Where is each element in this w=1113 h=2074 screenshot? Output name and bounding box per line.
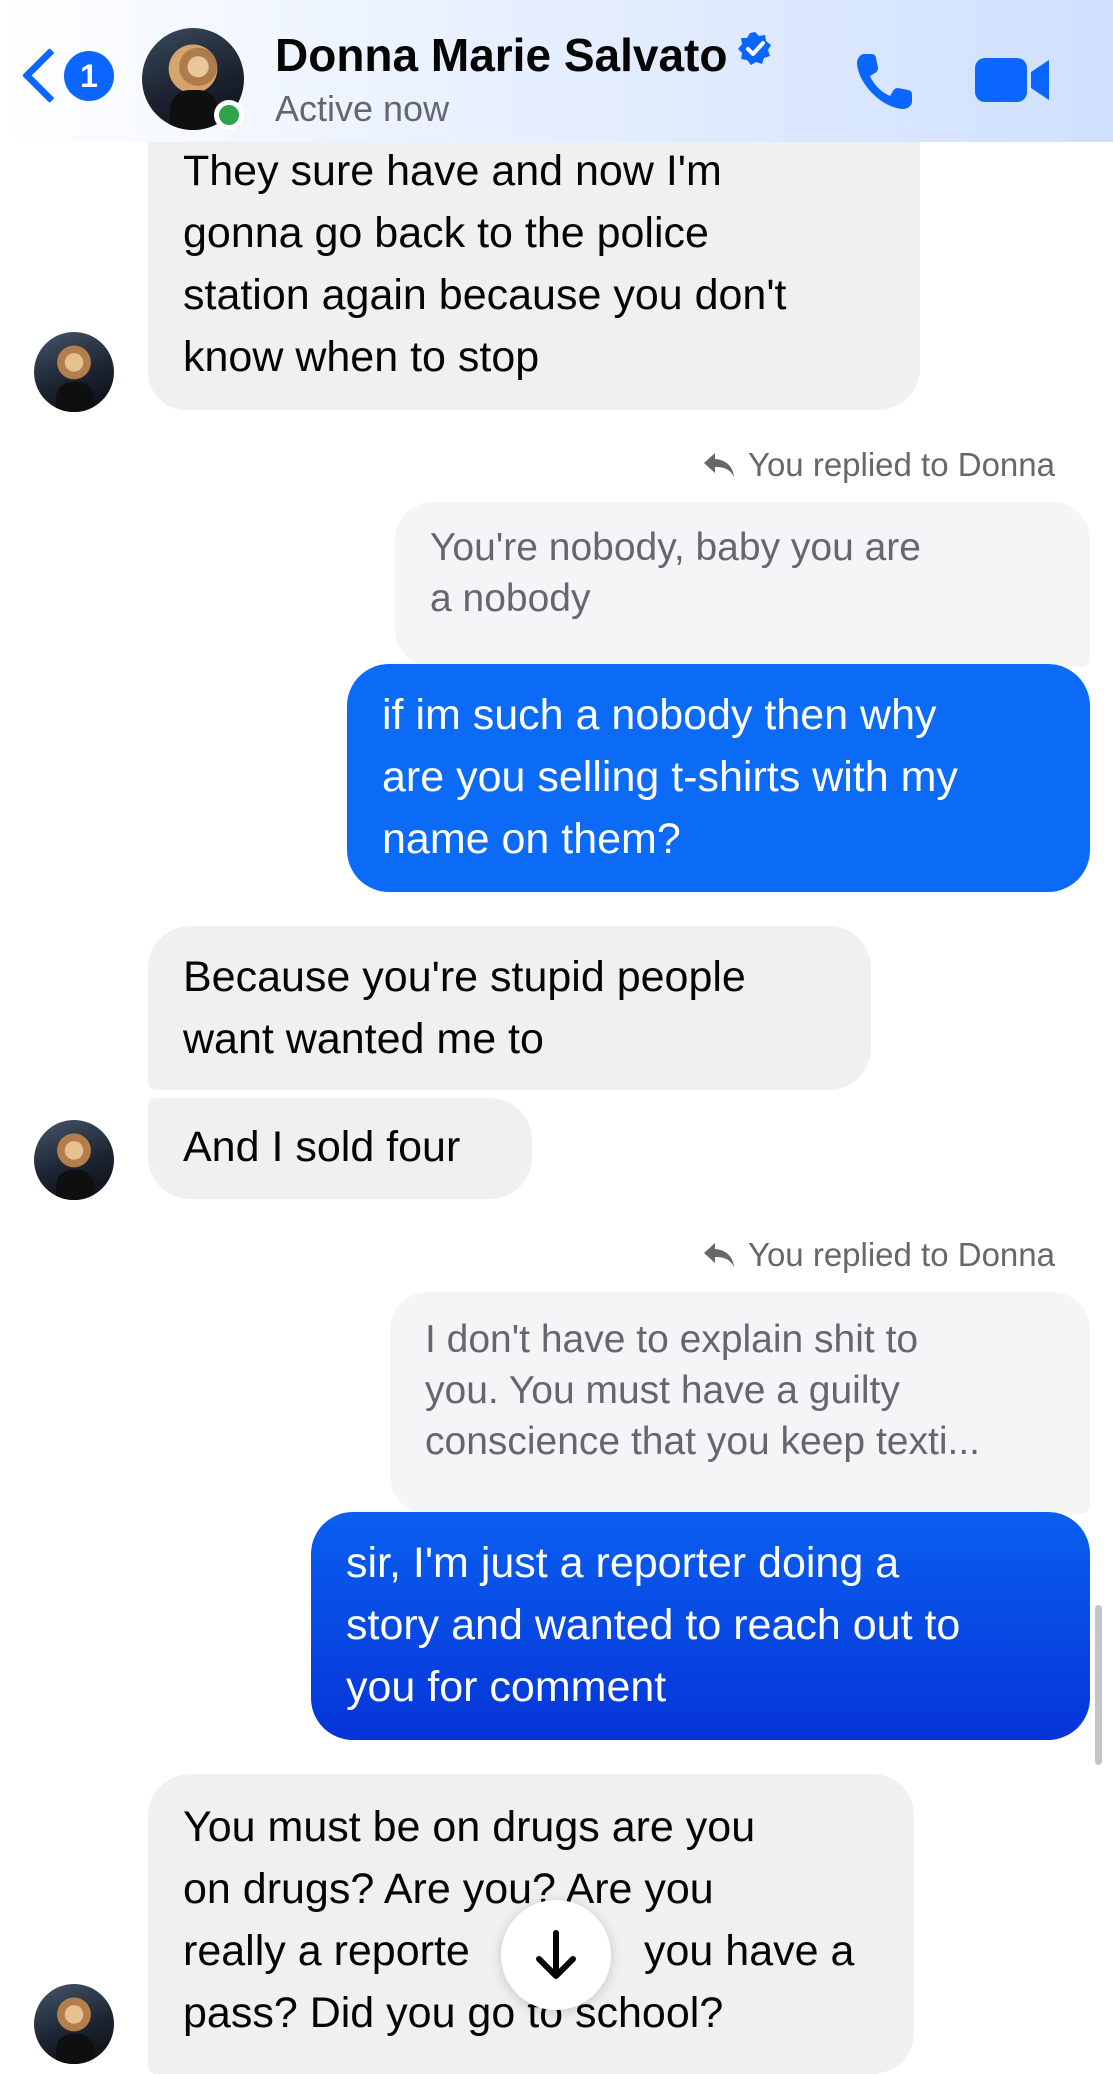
audio-call-button[interactable] — [852, 48, 918, 114]
reply-label-text: You replied to Donna — [747, 446, 1055, 483]
message-line: Because you're stupid people — [183, 953, 746, 1001]
quoted-line: You're nobody, baby you are — [430, 526, 921, 569]
back-button[interactable]: 1 — [21, 47, 132, 112]
sender-avatar[interactable] — [34, 1984, 114, 2064]
active-status: Active now — [275, 88, 450, 129]
incoming-message-bubble[interactable]: They sure have and now I'm gonna go back… — [148, 122, 920, 410]
message-line: know when to stop — [183, 333, 540, 381]
quoted-line: conscience that you keep texti... — [425, 1420, 980, 1463]
message-line: And I sold four — [183, 1123, 461, 1171]
incoming-message-bubble[interactable]: And I sold four — [148, 1098, 532, 1199]
reply-label-text: You replied to Donna — [747, 1236, 1055, 1273]
sender-avatar[interactable] — [34, 332, 114, 412]
message-line: You must be on drugs are you — [183, 1803, 756, 1851]
message-line-end: you have a — [644, 1927, 855, 1975]
video-call-button[interactable] — [973, 52, 1053, 108]
reply-context-label: You replied to Donna — [702, 446, 1055, 484]
arrow-down-icon — [536, 1930, 576, 1979]
sender-avatar[interactable] — [34, 1120, 114, 1200]
video-camera-icon — [975, 58, 1049, 102]
outgoing-message-bubble[interactable]: if im such a nobody then why are you sel… — [347, 664, 1090, 892]
message-line: are you selling t-shirts with my — [382, 753, 958, 801]
message-line: They sure have and now I'm — [183, 147, 722, 195]
incoming-message-bubble[interactable]: Because you're stupid people want wanted… — [148, 926, 871, 1090]
online-status-indicator — [214, 100, 244, 130]
contact-name-row[interactable]: Donna Marie Salvato — [275, 24, 773, 82]
reply-context-label: You replied to Donna — [702, 1236, 1055, 1274]
scroll-to-bottom-button[interactable] — [501, 1900, 611, 2010]
message-line: gonna go back to the police — [183, 209, 709, 257]
outgoing-message-bubble[interactable]: sir, I'm just a reporter doing a story a… — [311, 1512, 1090, 1740]
reply-arrow-icon — [703, 1243, 734, 1267]
phone-icon — [857, 54, 912, 109]
message-line: name on them? — [382, 815, 681, 863]
quoted-line: a nobody — [430, 577, 591, 620]
message-line: you for comment — [346, 1663, 667, 1711]
verified-badge-icon — [737, 24, 773, 65]
message-line: want wanted me to — [183, 1015, 544, 1063]
message-line: sir, I'm just a reporter doing a — [346, 1539, 900, 1587]
scrollbar[interactable] — [1095, 1605, 1102, 1765]
contact-name: Donna Marie Salvato — [275, 29, 728, 81]
quoted-line: I don't have to explain shit to — [425, 1318, 919, 1361]
quoted-line: you. You must have a guilty — [425, 1369, 900, 1412]
message-line: if im such a nobody then why — [382, 691, 937, 739]
message-line-start: really a reporte — [183, 1927, 470, 1975]
quoted-message[interactable]: You're nobody, baby you are a nobody — [395, 502, 1090, 667]
message-line: story and wanted to reach out to — [346, 1601, 961, 1649]
reply-arrow-icon — [703, 453, 734, 477]
unread-count-badge: 1 — [64, 51, 114, 101]
quoted-message[interactable]: I don't have to explain shit to you. You… — [390, 1292, 1090, 1514]
chat-header: 1 Donna Marie Salvato Active now — [0, 0, 1113, 142]
message-line: station again because you don't — [183, 271, 787, 319]
